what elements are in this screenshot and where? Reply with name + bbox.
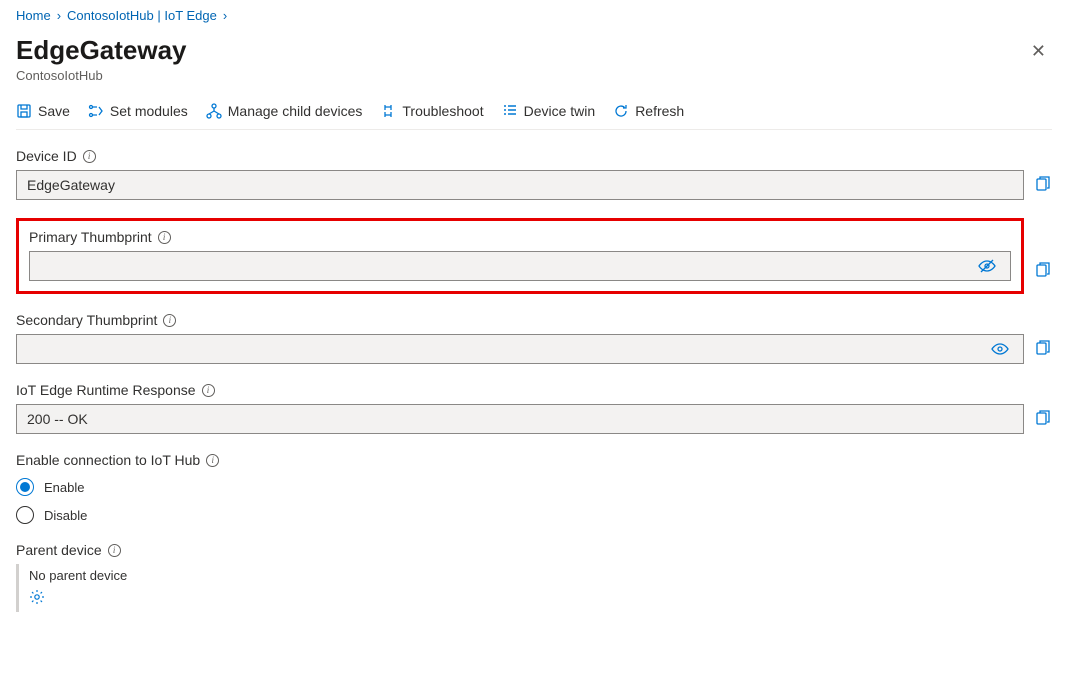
secondary-thumbprint-field: Secondary Thumbprint i — [16, 312, 1052, 364]
gear-icon — [29, 589, 45, 605]
parent-device-value: No parent device — [29, 568, 1052, 583]
copy-button[interactable] — [1034, 340, 1052, 358]
device-id-value: EdgeGateway — [27, 177, 115, 193]
enable-radio[interactable]: Enable — [16, 478, 1052, 496]
breadcrumb-hub[interactable]: ContosoIotHub | IoT Edge — [67, 8, 217, 23]
parent-device-settings-button[interactable] — [29, 589, 1052, 608]
secondary-thumbprint-input[interactable] — [16, 334, 1024, 364]
hierarchy-icon — [206, 103, 222, 119]
disable-radio[interactable]: Disable — [16, 506, 1052, 524]
info-icon[interactable]: i — [108, 544, 121, 557]
info-icon[interactable]: i — [158, 231, 171, 244]
save-button[interactable]: Save — [16, 103, 70, 119]
save-icon — [16, 103, 32, 119]
enable-radio-label: Enable — [44, 480, 84, 495]
copy-button[interactable] — [1034, 176, 1052, 194]
page-title: EdgeGateway — [16, 35, 187, 66]
enable-connection-label: Enable connection to IoT Hub — [16, 452, 200, 468]
breadcrumb-home[interactable]: Home — [16, 8, 51, 23]
radio-icon — [16, 506, 34, 524]
runtime-response-value: 200 -- OK — [27, 411, 88, 427]
disable-radio-label: Disable — [44, 508, 87, 523]
primary-thumbprint-label: Primary Thumbprint — [29, 229, 152, 245]
device-id-input[interactable]: EdgeGateway — [16, 170, 1024, 200]
manage-children-label: Manage child devices — [228, 103, 363, 119]
eye-icon[interactable] — [978, 257, 996, 275]
info-icon[interactable]: i — [83, 150, 96, 163]
runtime-response-label: IoT Edge Runtime Response — [16, 382, 196, 398]
close-button[interactable]: ✕ — [1025, 35, 1052, 68]
info-icon[interactable]: i — [163, 314, 176, 327]
list-icon — [502, 103, 518, 119]
copy-button[interactable] — [1034, 410, 1052, 428]
chevron-right-icon: › — [57, 8, 61, 23]
copy-button[interactable] — [1034, 262, 1052, 280]
manage-children-button[interactable]: Manage child devices — [206, 103, 363, 119]
page-subtitle: ContosoIotHub — [16, 68, 187, 83]
info-icon[interactable]: i — [206, 454, 219, 467]
runtime-response-field: IoT Edge Runtime Response i 200 -- OK — [16, 382, 1052, 434]
troubleshoot-label: Troubleshoot — [402, 103, 483, 119]
modules-icon — [88, 103, 104, 119]
save-label: Save — [38, 103, 70, 119]
primary-thumbprint-highlight: Primary Thumbprint i — [16, 218, 1024, 294]
runtime-response-input[interactable]: 200 -- OK — [16, 404, 1024, 434]
refresh-button[interactable]: Refresh — [613, 103, 684, 119]
breadcrumb: Home › ContosoIotHub | IoT Edge › — [16, 8, 1052, 23]
refresh-icon — [613, 103, 629, 119]
device-id-label: Device ID — [16, 148, 77, 164]
troubleshoot-button[interactable]: Troubleshoot — [380, 103, 483, 119]
primary-thumbprint-input[interactable] — [29, 251, 1011, 281]
device-twin-label: Device twin — [524, 103, 596, 119]
refresh-label: Refresh — [635, 103, 684, 119]
set-modules-button[interactable]: Set modules — [88, 103, 188, 119]
set-modules-label: Set modules — [110, 103, 188, 119]
toolbar: Save Set modules Manage child devices Tr… — [16, 97, 1052, 130]
info-icon[interactable]: i — [202, 384, 215, 397]
enable-connection-field: Enable connection to IoT Hub i Enable Di… — [16, 452, 1052, 524]
chevron-right-icon: › — [223, 8, 227, 23]
parent-device-label: Parent device — [16, 542, 102, 558]
device-id-field: Device ID i EdgeGateway — [16, 148, 1052, 200]
troubleshoot-icon — [380, 103, 396, 119]
eye-icon[interactable] — [991, 340, 1009, 358]
radio-icon — [16, 478, 34, 496]
parent-device-field: Parent device i No parent device — [16, 542, 1052, 612]
secondary-thumbprint-label: Secondary Thumbprint — [16, 312, 157, 328]
device-twin-button[interactable]: Device twin — [502, 103, 596, 119]
